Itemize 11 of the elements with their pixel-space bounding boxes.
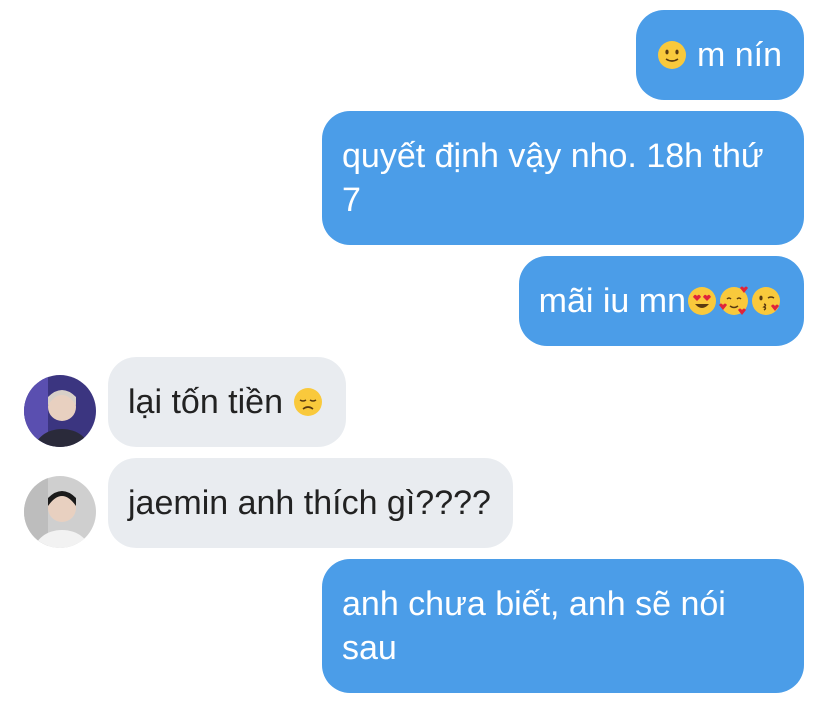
- sent-message: quyết định vậy nho. 18h thứ 7: [322, 111, 804, 245]
- hearts-face-icon: [718, 285, 750, 317]
- smile-face-icon: [656, 39, 688, 71]
- received-message: jaemin anh thích gì????: [108, 458, 513, 548]
- received-message: lại tốn tiền: [108, 357, 346, 447]
- sad-face-icon: [292, 386, 324, 418]
- heart-eyes-face-icon: [686, 285, 718, 317]
- sent-message: anh chưa biết, anh sẽ nói sau: [322, 559, 804, 693]
- sent-message: m nín: [636, 10, 804, 100]
- kiss-face-icon: [750, 285, 782, 317]
- sent-message: mãi iu mn: [518, 256, 804, 346]
